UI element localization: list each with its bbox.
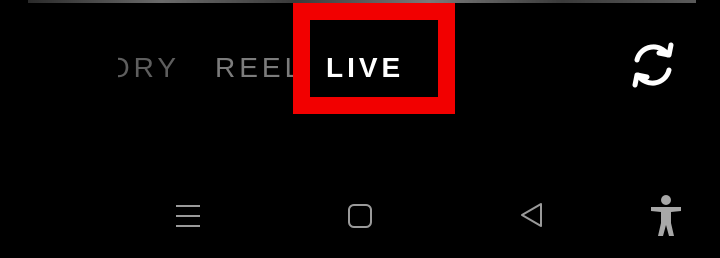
tab-story[interactable]: STORY <box>118 52 180 84</box>
home-button[interactable] <box>342 198 378 234</box>
home-icon <box>348 204 372 228</box>
back-button[interactable] <box>514 198 550 234</box>
accessibility-icon <box>651 195 681 236</box>
tab-reel[interactable]: REEL <box>215 52 304 84</box>
navigation-bar <box>0 180 720 258</box>
camera-mode-tabs: STORY REEL LIVE <box>0 0 720 140</box>
tab-story-label: STORY <box>118 52 180 83</box>
back-icon <box>521 203 542 227</box>
recents-button[interactable] <box>170 198 206 234</box>
highlight-box <box>293 3 455 114</box>
flip-camera-button[interactable] <box>626 38 680 92</box>
tab-reel-label: REEL <box>215 52 305 83</box>
recents-icon <box>176 205 200 227</box>
accessibility-button[interactable] <box>646 194 686 238</box>
flip-camera-icon <box>632 42 674 88</box>
